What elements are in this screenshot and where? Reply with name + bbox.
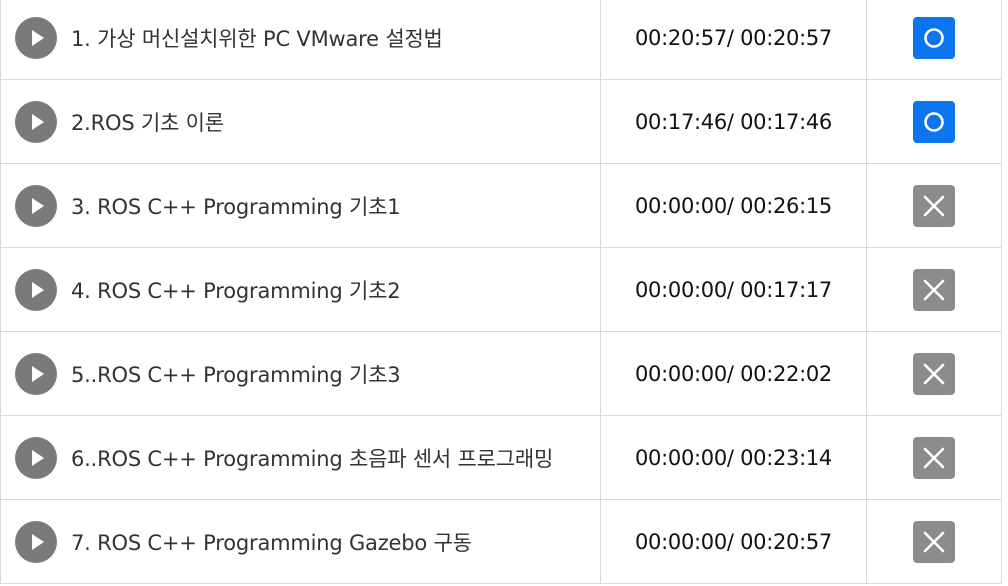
lecture-row: 6..ROS C++ Programming 초음파 센서 프로그래밍 00:0… (1, 416, 1001, 500)
not-completed-badge (913, 184, 955, 227)
lecture-title[interactable]: 4. ROS C++ Programming 기초2 (71, 275, 401, 305)
x-icon (923, 447, 945, 468)
lecture-title-cell: 6..ROS C++ Programming 초음파 센서 프로그래밍 (1, 416, 601, 499)
lecture-status-cell (867, 80, 1001, 163)
lecture-row: 5..ROS C++ Programming 기초3 00:00:00/ 00:… (1, 332, 1001, 416)
lecture-row: 3. ROS C++ Programming 기초1 00:00:00/ 00:… (1, 164, 1001, 248)
lecture-title-cell: 2.ROS 기초 이론 (1, 80, 601, 163)
play-button[interactable] (15, 436, 57, 479)
play-icon (32, 113, 44, 130)
play-icon (32, 197, 44, 214)
lecture-title[interactable]: 6..ROS C++ Programming 초음파 센서 프로그래밍 (71, 443, 553, 473)
lecture-status-cell (867, 0, 1001, 79)
x-icon (923, 195, 945, 216)
not-completed-badge (913, 268, 955, 311)
lecture-time: 00:00:00/ 00:22:02 (601, 332, 867, 415)
lecture-time: 00:00:00/ 00:17:17 (601, 248, 867, 331)
lecture-status-cell (867, 500, 1001, 583)
lecture-row: 1. 가상 머신설치위한 PC VMware 설정법 00:20:57/ 00:… (1, 0, 1001, 80)
play-button[interactable] (15, 17, 57, 59)
lecture-title[interactable]: 5..ROS C++ Programming 기초3 (71, 359, 401, 389)
completed-badge (913, 100, 955, 143)
lecture-time: 00:00:00/ 00:20:57 (601, 500, 867, 583)
x-icon (923, 279, 945, 300)
lecture-title[interactable]: 1. 가상 머신설치위한 PC VMware 설정법 (71, 23, 443, 53)
play-icon (32, 30, 44, 46)
not-completed-badge (913, 436, 955, 479)
play-button[interactable] (15, 352, 57, 395)
lecture-status-cell (867, 164, 1001, 247)
lecture-time: 00:00:00/ 00:26:15 (601, 164, 867, 247)
play-button[interactable] (15, 184, 57, 227)
play-icon (32, 365, 44, 382)
lecture-time: 00:20:57/ 00:20:57 (601, 0, 867, 79)
circle-icon (924, 28, 944, 48)
lecture-time: 00:00:00/ 00:23:14 (601, 416, 867, 499)
lecture-status-cell (867, 248, 1001, 331)
not-completed-badge (913, 520, 955, 563)
play-icon (32, 449, 44, 466)
lecture-title[interactable]: 3. ROS C++ Programming 기초1 (71, 191, 401, 221)
lecture-status-cell (867, 332, 1001, 415)
lecture-row: 2.ROS 기초 이론 00:17:46/ 00:17:46 (1, 80, 1001, 164)
x-icon (923, 531, 945, 552)
lecture-title-cell: 3. ROS C++ Programming 기초1 (1, 164, 601, 247)
x-icon (923, 363, 945, 384)
play-button[interactable] (15, 268, 57, 311)
lecture-row: 7. ROS C++ Programming Gazebo 구동 00:00:0… (1, 500, 1001, 584)
play-icon (32, 281, 44, 298)
not-completed-badge (913, 352, 955, 395)
lecture-title-cell: 7. ROS C++ Programming Gazebo 구동 (1, 500, 601, 583)
lecture-title[interactable]: 2.ROS 기초 이론 (71, 107, 224, 137)
lecture-time: 00:17:46/ 00:17:46 (601, 80, 867, 163)
play-button[interactable] (15, 100, 57, 143)
lecture-title-cell: 4. ROS C++ Programming 기초2 (1, 248, 601, 331)
lecture-title-cell: 5..ROS C++ Programming 기초3 (1, 332, 601, 415)
lecture-title-cell: 1. 가상 머신설치위한 PC VMware 설정법 (1, 0, 601, 79)
lecture-title[interactable]: 7. ROS C++ Programming Gazebo 구동 (71, 527, 472, 557)
lecture-status-cell (867, 416, 1001, 499)
circle-icon (924, 111, 944, 132)
lecture-table: 1. 가상 머신설치위한 PC VMware 설정법 00:20:57/ 00:… (0, 0, 1002, 584)
completed-badge (913, 17, 955, 59)
play-button[interactable] (15, 520, 57, 563)
play-icon (32, 533, 44, 550)
lecture-row: 4. ROS C++ Programming 기초2 00:00:00/ 00:… (1, 248, 1001, 332)
